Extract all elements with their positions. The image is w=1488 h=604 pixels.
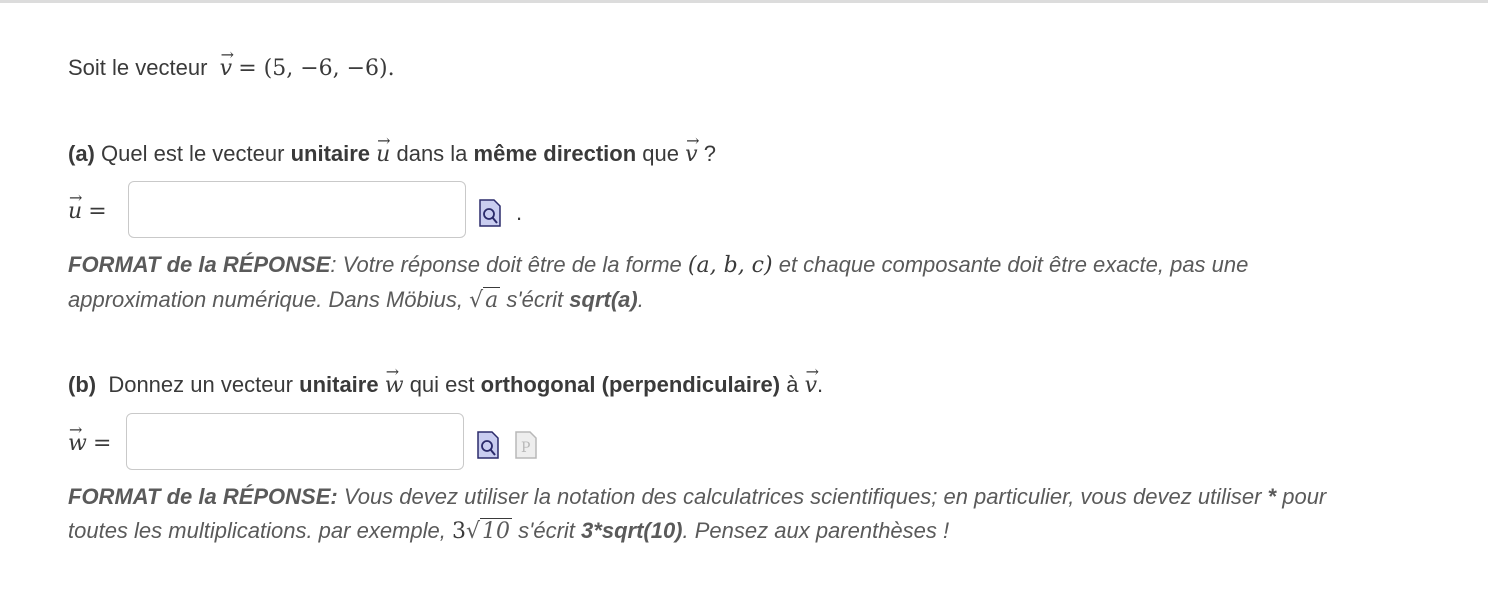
sqrt-symbol: √10	[465, 518, 513, 544]
sqrt-symbol: √a	[469, 287, 501, 313]
answer-a-period: .	[516, 200, 523, 225]
preview-icon[interactable]	[476, 430, 500, 460]
intro-line: Soit le vecteur → v = (5, −6, −6).	[68, 45, 395, 82]
vector-v: → v	[804, 362, 820, 399]
vector-u: → u	[376, 131, 391, 168]
top-divider	[0, 0, 1488, 3]
part-a-label: (a)	[68, 141, 95, 166]
part-a-question: (a) Quel est le vecteur unitaire → u dans…	[68, 131, 716, 168]
answer-b-input[interactable]	[126, 413, 464, 470]
vector-w: → w	[68, 420, 87, 457]
format-a-label: FORMAT de la RÉPONSE	[68, 252, 331, 277]
part-b-question: (b) Donnez un vecteur unitaire → w qui es…	[68, 362, 824, 399]
format-b-label: FORMAT de la RÉPONSE:	[68, 484, 338, 509]
preview-icon[interactable]	[478, 198, 502, 228]
part-b-label: (b)	[68, 372, 97, 397]
answer-a-label: → u =	[68, 188, 107, 225]
format-a-line1: FORMAT de la RÉPONSE: Votre réponse doit…	[68, 252, 1249, 278]
format-b-line1: FORMAT de la RÉPONSE: Vous devez utilise…	[68, 484, 1327, 509]
answer-a-input[interactable]	[128, 181, 466, 238]
vector-u: → u	[68, 188, 83, 225]
format-a-line2: approximation numérique. Dans Möbius, √a…	[68, 287, 644, 313]
format-b-line2: toutes les multiplications. par exemple,…	[68, 518, 950, 544]
vector-v-value: = (5, −6, −6).	[238, 56, 395, 81]
palette-icon[interactable]: P	[514, 430, 538, 460]
vector-v: → v	[685, 131, 700, 168]
vector-v: → v	[219, 45, 235, 82]
vector-w: → w	[384, 362, 404, 399]
intro-text: Soit le vecteur	[68, 55, 208, 80]
svg-text:P: P	[521, 440, 530, 456]
answer-b-label: → w =	[68, 420, 112, 457]
